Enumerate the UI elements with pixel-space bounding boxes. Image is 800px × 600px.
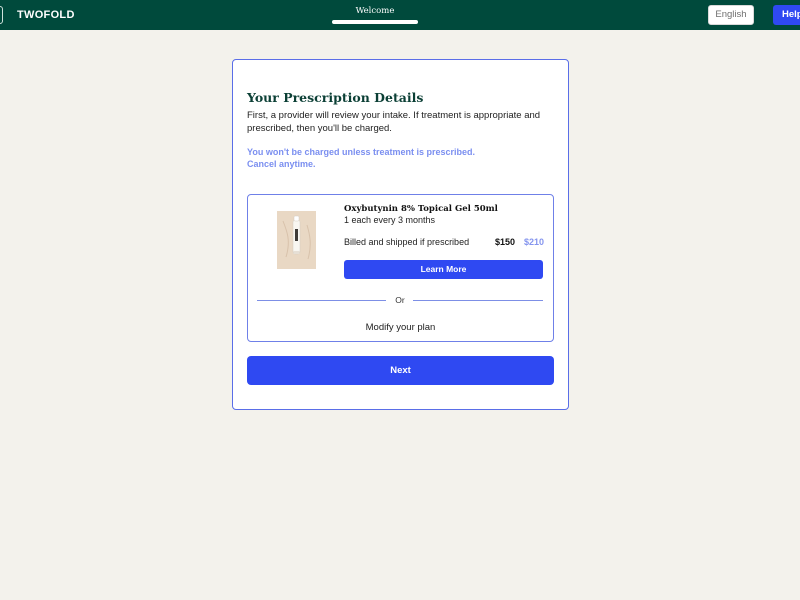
gel-tube-icon xyxy=(277,211,316,269)
product-image xyxy=(277,211,316,269)
divider-left xyxy=(257,300,386,301)
twofold-logo[interactable]: TWOFOLD xyxy=(17,9,75,21)
charge-note: You won't be charged unless treatment is… xyxy=(247,147,552,170)
or-label: Or xyxy=(395,295,405,305)
progress-bar xyxy=(332,20,418,24)
back-button-edge[interactable] xyxy=(0,6,3,24)
product-name: Oxybutynin 8% Topical Gel 50ml xyxy=(344,204,498,214)
current-price: $150 xyxy=(495,237,516,247)
product-frequency: 1 each every 3 months xyxy=(344,215,436,225)
card-description: First, a provider will review your intak… xyxy=(247,110,541,134)
top-header: TWOFOLD Welcome English Help xyxy=(0,0,800,30)
help-button[interactable]: Help xyxy=(773,5,800,25)
divider-right xyxy=(413,300,543,301)
charge-note-line-2: Cancel anytime. xyxy=(247,158,316,169)
step-title: Welcome xyxy=(355,6,395,16)
card-title: Your Prescription Details xyxy=(247,90,424,105)
prescription-card: Your Prescription Details First, a provi… xyxy=(232,59,569,410)
language-button[interactable]: English xyxy=(708,5,754,25)
charge-note-line-1: You won't be charged unless treatment is… xyxy=(247,147,476,157)
original-price: $210 xyxy=(524,237,545,247)
modify-plan-link[interactable]: Modify your plan xyxy=(248,322,553,333)
billing-text: Billed and shipped if prescribed xyxy=(344,237,470,247)
next-button[interactable]: Next xyxy=(247,356,554,385)
learn-more-button[interactable]: Learn More xyxy=(344,260,543,279)
product-box: Oxybutynin 8% Topical Gel 50ml 1 each ev… xyxy=(247,194,554,342)
